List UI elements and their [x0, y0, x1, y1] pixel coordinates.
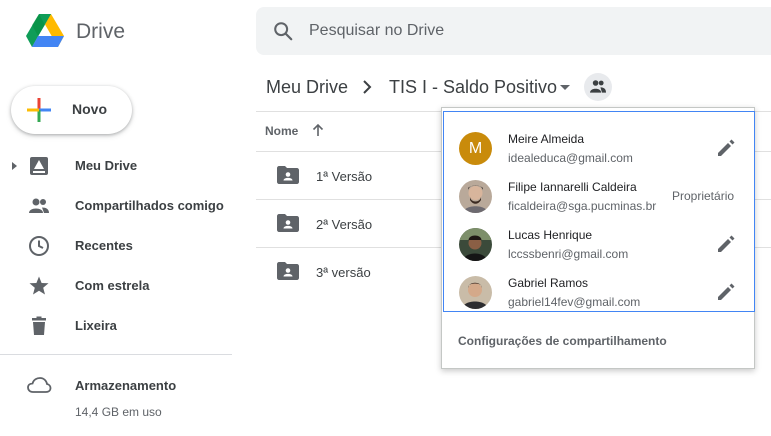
people-list: M Meire Almeida idealeduca@gmail.com Fil… [443, 111, 755, 312]
person-email: idealeduca@gmail.com [508, 151, 633, 165]
pencil-icon[interactable] [715, 281, 737, 303]
person-name: Lucas Henrique [508, 228, 593, 242]
list-item[interactable]: Gabriel Ramos gabriel14fev@gmail.com [444, 266, 754, 314]
cloud-icon [27, 377, 52, 393]
shared-folder-icon [277, 166, 299, 184]
sidebar-divider [0, 354, 232, 355]
sidebar-item-recent[interactable]: Recentes [0, 230, 232, 262]
search-input[interactable] [309, 20, 729, 42]
sidebar-item-my-drive[interactable]: Meu Drive [0, 150, 232, 182]
pencil-icon[interactable] [715, 233, 737, 255]
table-row[interactable]: 3ª versão [256, 248, 442, 296]
sidebar-item-label: Lixeira [75, 318, 117, 333]
dropdown-arrow-icon[interactable] [560, 85, 570, 90]
file-name: 1ª Versão [316, 169, 373, 184]
storage-used: 14,4 GB em uso [75, 405, 162, 419]
table-row[interactable]: 1ª Versão [256, 152, 442, 200]
avatar: M [459, 132, 492, 165]
person-email: lccssbenri@gmail.com [508, 247, 629, 261]
sidebar-item-label: Meu Drive [75, 158, 138, 173]
sidebar-item-trash[interactable]: Lixeira [0, 310, 232, 342]
owner-role: Proprietário [672, 189, 735, 203]
share-people-button[interactable] [584, 73, 612, 101]
sharing-settings-link[interactable]: Configurações de compartilhamento [458, 334, 667, 348]
table-row[interactable]: 2ª Versão [256, 200, 442, 248]
person-email: gabriel14fev@gmail.com [508, 295, 641, 309]
star-icon [29, 276, 49, 295]
sidebar-item-shared[interactable]: Compartilhados comigo [0, 190, 232, 222]
sidebar-item-label: Compartilhados comigo [75, 198, 224, 213]
person-name: Meire Almeida [508, 132, 585, 146]
drive-icon [30, 157, 48, 175]
file-name: 2ª Versão [316, 217, 373, 232]
avatar [459, 276, 492, 309]
people-icon [29, 198, 49, 213]
people-icon [590, 80, 606, 93]
drive-logo-icon [26, 14, 64, 47]
trash-icon [32, 316, 46, 335]
breadcrumb-current[interactable]: TIS I - Saldo Positivo [389, 77, 557, 98]
search-bar[interactable] [256, 7, 771, 55]
clock-icon [29, 236, 49, 256]
person-name: Gabriel Ramos [508, 276, 589, 290]
chevron-right-icon [363, 80, 372, 94]
shared-folder-icon [277, 214, 299, 232]
avatar [459, 180, 492, 213]
person-email: ficaldeira@sga.pucminas.br [508, 199, 657, 213]
storage-title[interactable]: Armazenamento [75, 378, 176, 393]
sidebar-item-label: Com estrela [75, 278, 150, 293]
search-icon[interactable] [272, 20, 294, 42]
arrow-up-icon[interactable] [311, 123, 325, 137]
person-name: Filipe Iannarelli Caldeira [508, 180, 637, 194]
pencil-icon[interactable] [715, 137, 737, 159]
sharing-popup: M Meire Almeida idealeduca@gmail.com Fil… [441, 107, 755, 369]
list-item[interactable]: Filipe Iannarelli Caldeira ficaldeira@sg… [444, 170, 754, 218]
plus-icon [27, 98, 51, 122]
new-button-label: Novo [72, 101, 107, 117]
new-button[interactable]: Novo [11, 86, 132, 134]
sidebar-item-starred[interactable]: Com estrela [0, 270, 232, 302]
file-name: 3ª versão [316, 265, 371, 280]
app-name: Drive [76, 20, 126, 43]
sidebar-item-label: Recentes [75, 238, 133, 253]
list-item[interactable]: M Meire Almeida idealeduca@gmail.com [444, 122, 754, 170]
expand-caret-icon[interactable] [12, 162, 17, 170]
avatar [459, 228, 492, 261]
shared-folder-icon [277, 262, 299, 280]
list-item[interactable]: Lucas Henrique lccssbenri@gmail.com [444, 218, 754, 266]
breadcrumb-root[interactable]: Meu Drive [266, 77, 348, 98]
column-header-name[interactable]: Nome [265, 124, 298, 138]
